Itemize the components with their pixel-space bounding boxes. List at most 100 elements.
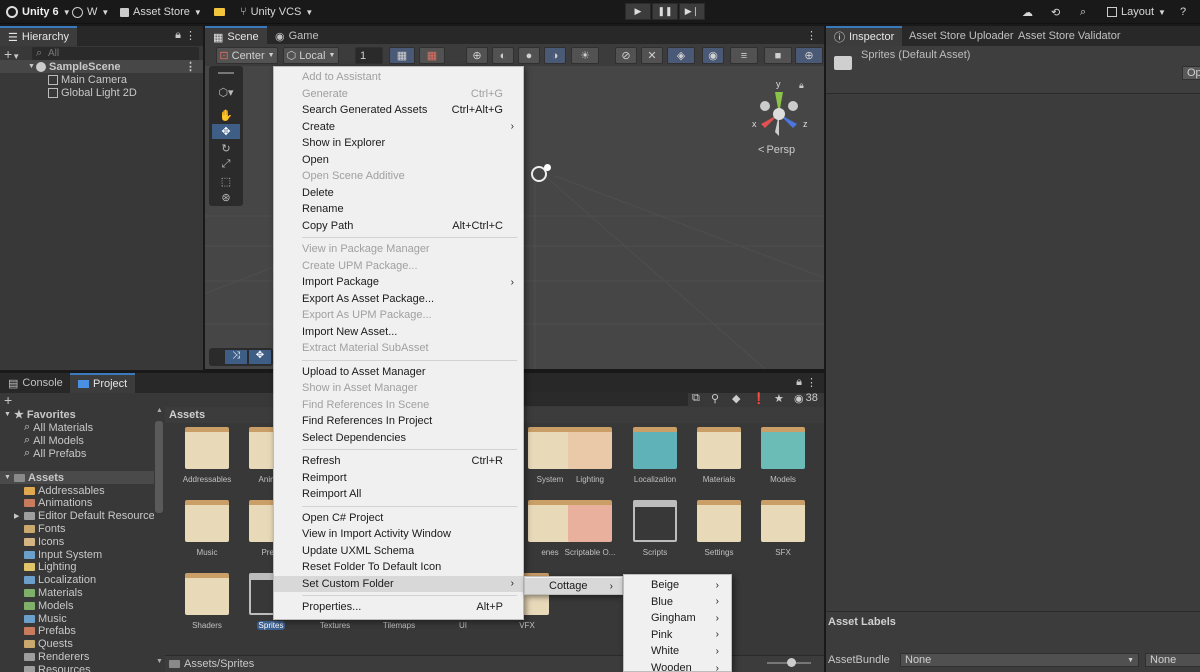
tab-console[interactable]: ▤ Console xyxy=(0,373,71,393)
menu-item[interactable]: Create › xyxy=(274,119,523,135)
scroll-down-icon[interactable]: ▼ xyxy=(156,658,163,665)
pivot-dropdown[interactable]: ⊡ Center ▼ xyxy=(216,47,278,64)
more-icon[interactable]: ⋮ xyxy=(185,60,196,73)
tree-folder-item[interactable]: Materials xyxy=(14,586,83,599)
menu-item[interactable]: Rename xyxy=(274,201,523,217)
asset-folder-tile[interactable]: Music xyxy=(179,500,235,570)
tree-folder-item[interactable]: Animations xyxy=(14,497,92,510)
asset-folder-tile[interactable]: Models xyxy=(755,427,811,497)
layout-dropdown[interactable]: Layout ▼ xyxy=(1107,4,1166,20)
notification-icon[interactable] xyxy=(214,4,225,20)
menu-item[interactable]: Export As Asset Package... xyxy=(274,291,523,307)
tree-folder-item[interactable]: Icons xyxy=(14,535,64,548)
menu-item-pattern[interactable]: Beige › xyxy=(624,577,731,593)
tree-folder-item[interactable]: Prefabs xyxy=(14,625,76,638)
drag-handle[interactable] xyxy=(218,72,234,74)
tree-folder-item[interactable]: Quests xyxy=(14,638,73,651)
lighting-toggle[interactable]: ☀ xyxy=(571,47,599,64)
menu-item-pattern[interactable]: Blue › xyxy=(624,594,731,610)
lock-icon[interactable]: 🔒︎ xyxy=(175,29,181,42)
rect-tool[interactable]: ⬚ xyxy=(212,174,240,189)
asset-folder-tile[interactable]: Settings xyxy=(691,500,747,570)
persp-toggle[interactable]: < Persp xyxy=(758,144,795,156)
snap-overlay-button[interactable]: ⤨ xyxy=(225,350,247,364)
menu-item[interactable]: Show in Explorer xyxy=(274,135,523,151)
hierarchy-search-input[interactable]: All xyxy=(32,47,199,61)
tree-folder-item[interactable]: Lighting xyxy=(14,561,77,574)
tab-inspector[interactable]: ⓘ Inspector xyxy=(826,26,903,46)
asset-labels-header[interactable]: Asset Labels xyxy=(826,611,1200,631)
asset-folder-tile[interactable]: SFX xyxy=(755,500,811,570)
hidden-count[interactable]: ◉ 38 xyxy=(794,392,818,405)
tree-folder-item[interactable]: Resources xyxy=(14,663,91,672)
more-icon[interactable]: ⋮ xyxy=(806,376,817,389)
scroll-up-icon[interactable]: ▲ xyxy=(156,407,163,414)
tree-folder-item[interactable]: Addressables xyxy=(14,484,105,497)
menu-item[interactable]: Upload to Asset Manager xyxy=(274,364,523,380)
menu-item[interactable]: View in Import Activity Window xyxy=(274,526,523,542)
menu-item[interactable]: Reimport All xyxy=(274,486,523,502)
step-button[interactable]: ▶❘ xyxy=(679,3,705,20)
tree-scrollbar[interactable] xyxy=(155,421,163,513)
asset-folder-tile[interactable]: Localization xyxy=(627,427,683,497)
search-icon[interactable]: ⌕ xyxy=(1080,4,1086,20)
favorites-header[interactable]: ▼ ★ Favorites xyxy=(4,408,76,422)
menu-item[interactable]: Search Generated Assets Ctrl+Alt+G xyxy=(274,102,523,118)
zoom-slider-handle[interactable] xyxy=(787,658,796,667)
scale-tool[interactable]: ⤢ xyxy=(212,157,240,172)
filter-icon[interactable]: ⚲ xyxy=(711,392,719,405)
asset-folder-tile[interactable]: Scripts xyxy=(627,500,683,570)
hierarchy-item[interactable]: Global Light 2D xyxy=(48,86,137,99)
play-button[interactable]: ▶ xyxy=(625,3,651,20)
assetbundle-variant-dropdown[interactable]: None xyxy=(1145,653,1200,667)
asset-folder-tile[interactable]: Lighting xyxy=(562,427,618,497)
asset-folder-tile[interactable]: Shaders xyxy=(179,573,235,643)
move-tool[interactable]: ✥ xyxy=(212,124,240,139)
chevron-right-icon[interactable]: ▶ xyxy=(14,512,21,520)
tab-scene[interactable]: ▦ Scene xyxy=(205,26,267,46)
account-dropdown[interactable]: W ▼ xyxy=(72,4,109,20)
tag-icon[interactable]: ◆ xyxy=(732,392,740,405)
menu-item[interactable]: Reset Folder To Default Icon xyxy=(274,559,523,575)
camera-dropdown[interactable]: ■ xyxy=(764,47,792,64)
tab-game[interactable]: ◉ Game xyxy=(267,26,327,46)
fx-toggle[interactable]: ✕ xyxy=(641,47,663,64)
tab-hierarchy[interactable]: ☰ Hierarchy xyxy=(0,26,77,46)
breadcrumb-path[interactable]: Assets/Sprites xyxy=(184,658,254,670)
assets-root[interactable]: ▼ Assets xyxy=(0,471,154,484)
create-button[interactable]: + xyxy=(4,392,12,408)
project-search-input[interactable] xyxy=(524,392,688,406)
menu-item[interactable]: Refresh Ctrl+R xyxy=(274,453,523,469)
help-icon[interactable]: ? xyxy=(1180,4,1186,20)
favorite-item[interactable]: ⌕ All Materials xyxy=(24,421,93,434)
menu-item[interactable]: Update UXML Schema xyxy=(274,543,523,559)
menu-item[interactable]: Properties... Alt+P xyxy=(274,599,523,615)
audio-toggle[interactable]: ⊘ xyxy=(615,47,637,64)
asset-folder-tile[interactable]: Scriptable O... xyxy=(562,500,618,570)
menu-item[interactable]: Import New Asset... xyxy=(274,324,523,340)
menu-item-pattern[interactable]: Pink › xyxy=(624,627,731,643)
vcs-dropdown[interactable]: ⑂ Unity VCS ▼ xyxy=(240,4,313,20)
menu-item-pattern[interactable]: Gingham › xyxy=(624,610,731,626)
more-icon[interactable]: ⋮ xyxy=(806,29,817,42)
space-dropdown[interactable]: ⬡ Local ▼ xyxy=(283,47,339,64)
tree-folder-item[interactable]: Models xyxy=(14,599,73,612)
menu-item-pattern[interactable]: White › xyxy=(624,643,731,659)
assetbundle-dropdown[interactable]: None ▼ xyxy=(900,653,1139,667)
menu-item[interactable]: Open xyxy=(274,152,523,168)
tree-folder-item[interactable]: Fonts xyxy=(14,522,66,535)
asset-folder-tile[interactable]: Addressables xyxy=(179,427,235,497)
tree-folder-item[interactable]: ▶ Editor Default Resources xyxy=(14,510,154,523)
tree-folder-item[interactable]: Music xyxy=(14,612,67,625)
tab-asset-store-uploader[interactable]: Asset Store Uploader xyxy=(901,26,1022,46)
view-tool-dropdown[interactable]: ⬡▾ xyxy=(212,85,240,100)
tree-folder-item[interactable]: Renderers xyxy=(14,650,89,663)
asset-store-dropdown[interactable]: Asset Store ▼ xyxy=(120,4,202,20)
pause-button[interactable]: ❚❚ xyxy=(652,3,678,20)
favorite-item[interactable]: ⌕ All Prefabs xyxy=(24,447,86,460)
menu-item[interactable]: Delete xyxy=(274,185,523,201)
grid-size-input[interactable]: 1 xyxy=(355,47,383,64)
rotate-tool[interactable]: ↻ xyxy=(212,141,240,156)
move-overlay-button[interactable]: ✥ xyxy=(249,350,271,364)
transform-tool[interactable]: ⊛ xyxy=(212,190,240,205)
